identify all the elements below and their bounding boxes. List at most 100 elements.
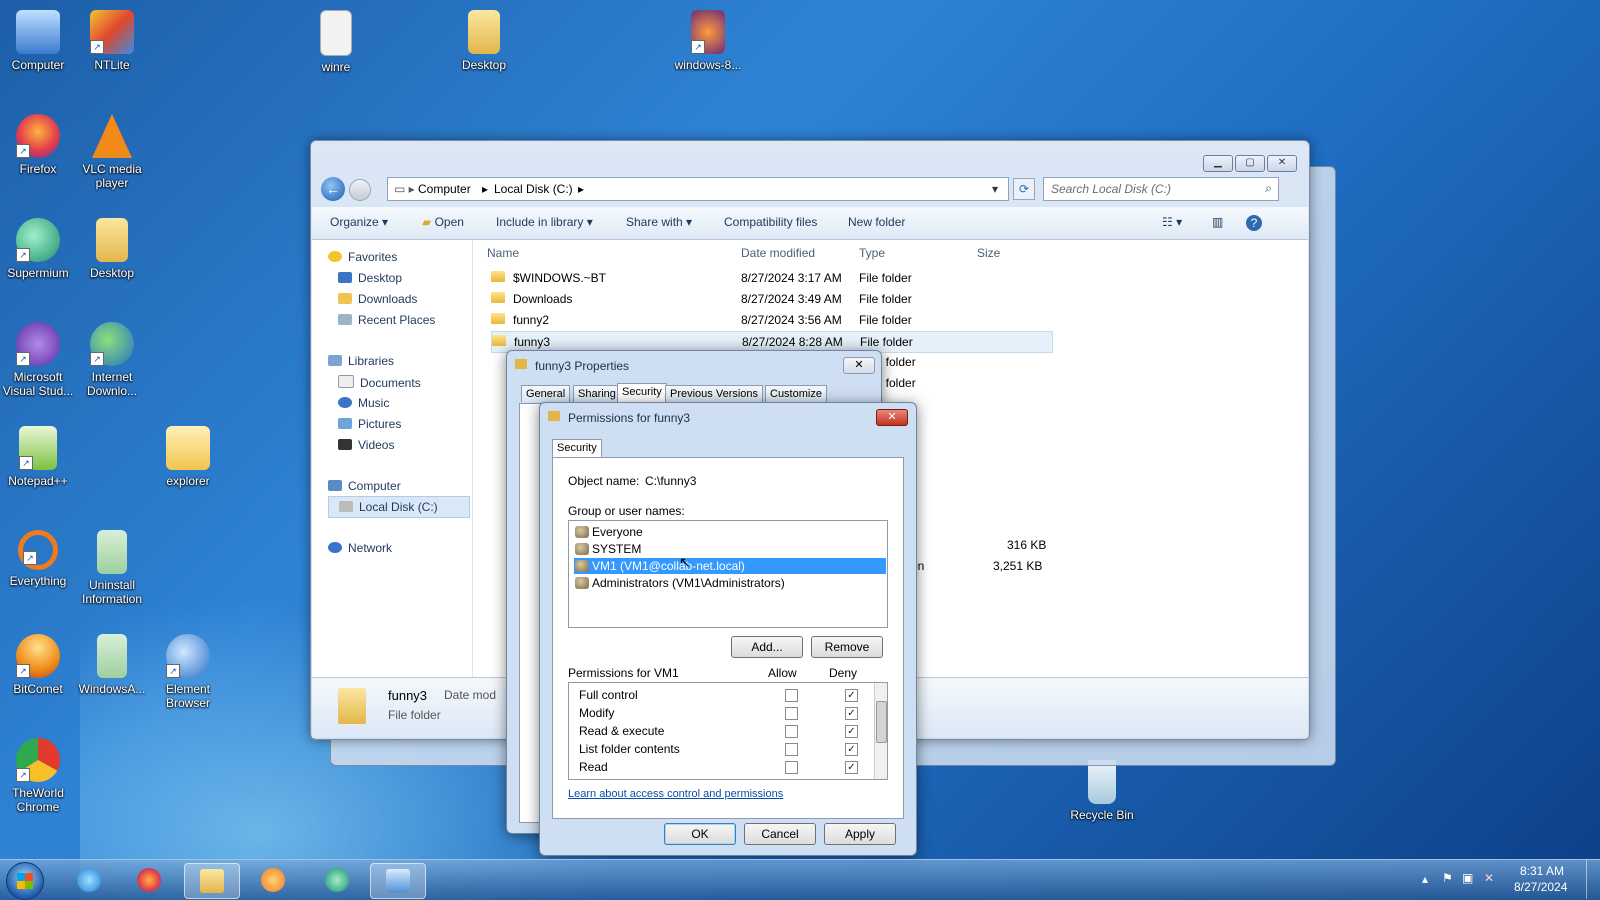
taskbar-supermium[interactable] xyxy=(310,863,364,897)
network-icon[interactable]: ▣ xyxy=(1462,871,1473,885)
show-desktop-button[interactable] xyxy=(1586,860,1600,899)
taskbar-explorer[interactable] xyxy=(184,863,240,899)
table-row[interactable]: Downloads 8/27/2024 3:49 AM File folder xyxy=(491,289,1051,309)
minimize-button[interactable]: ▁ xyxy=(1203,155,1233,172)
tab-security[interactable]: Security xyxy=(552,439,602,458)
taskbar-firefox[interactable] xyxy=(122,863,176,897)
taskbar-media-player[interactable] xyxy=(246,863,300,897)
allow-checkbox[interactable] xyxy=(785,743,798,756)
desktop-icon-windowsa[interactable]: WindowsA... xyxy=(70,634,154,696)
desktop-icon-bitcomet[interactable]: ↗ BitComet xyxy=(0,634,80,696)
address-bar[interactable]: ▭ ▸ Computer ▸ Local Disk (C:) ▸ ▾ xyxy=(387,177,1009,201)
show-hidden-icons-icon[interactable]: ▴ xyxy=(1422,872,1428,886)
nav-favorites[interactable]: Favorites xyxy=(328,250,397,264)
deny-checkbox[interactable]: ✓ xyxy=(845,707,858,720)
close-button[interactable]: ✕ xyxy=(1267,155,1297,172)
open-button[interactable]: ▰ Open xyxy=(422,215,464,229)
permissions-close-icon[interactable]: ✕ xyxy=(876,409,908,426)
learn-access-control-link[interactable]: Learn about access control and permissio… xyxy=(568,788,783,800)
view-options-icon[interactable]: ☷ ▾ xyxy=(1162,215,1182,229)
scrollbar-thumb[interactable] xyxy=(876,701,887,743)
allow-checkbox[interactable] xyxy=(785,725,798,738)
column-type[interactable]: Type xyxy=(859,246,885,260)
help-icon[interactable]: ? xyxy=(1246,215,1262,231)
refresh-icon[interactable]: ⟳ xyxy=(1013,178,1035,200)
desktop-icon-vlc[interactable]: VLC media player xyxy=(70,114,154,190)
new-folder-button[interactable]: New folder xyxy=(848,215,905,229)
taskbar-internet-explorer[interactable] xyxy=(62,863,116,897)
nav-local-disk[interactable]: Local Disk (C:) xyxy=(328,496,470,518)
desktop-icon-winre[interactable]: winre xyxy=(294,10,378,74)
tab-general[interactable]: General xyxy=(521,385,571,402)
compatibility-files-button[interactable]: Compatibility files xyxy=(724,215,817,229)
user-list[interactable]: Everyone SYSTEM VM1 (VM1@collab-net.loca… xyxy=(568,520,888,628)
tab-customize[interactable]: Customize xyxy=(765,385,827,402)
tab-previous-versions[interactable]: Previous Versions xyxy=(665,385,764,402)
column-size[interactable]: Size xyxy=(977,246,1000,260)
tab-sharing[interactable]: Sharing xyxy=(573,385,621,402)
volume-muted-icon[interactable]: ✕ xyxy=(1484,871,1494,885)
desktop-icon-explorer[interactable]: explorer xyxy=(146,426,230,488)
table-row[interactable]: funny2 8/27/2024 3:56 AM File folder xyxy=(491,310,1051,330)
breadcrumb-chevron-icon[interactable]: ▸ xyxy=(578,182,584,196)
share-with-button[interactable]: Share with ▾ xyxy=(626,215,692,229)
desktop-icon-ntlite[interactable]: ↗ NTLite xyxy=(70,10,154,72)
nav-recent-places[interactable]: Recent Places xyxy=(338,313,435,327)
deny-checkbox[interactable]: ✓ xyxy=(845,725,858,738)
address-dropdown-icon[interactable]: ▾ xyxy=(992,182,998,196)
allow-checkbox[interactable] xyxy=(785,689,798,702)
breadcrumb-computer[interactable]: Computer xyxy=(418,182,471,196)
allow-checkbox[interactable] xyxy=(785,707,798,720)
nav-desktop[interactable]: Desktop xyxy=(338,271,402,285)
table-row[interactable]: $WINDOWS.~BT 8/27/2024 3:17 AM File fold… xyxy=(491,268,1051,288)
cancel-button[interactable]: Cancel xyxy=(744,823,816,845)
forward-button[interactable] xyxy=(349,179,371,201)
desktop-icon-uninstall-information[interactable]: Uninstall Information xyxy=(70,530,154,606)
deny-checkbox[interactable]: ✓ xyxy=(845,761,858,774)
desktop-icon-windows-8[interactable]: ↗ windows-8... xyxy=(666,10,750,72)
list-item[interactable]: Everyone xyxy=(574,524,643,540)
nav-downloads[interactable]: Downloads xyxy=(338,292,417,306)
desktop-icon-computer[interactable]: Computer xyxy=(0,10,80,72)
desktop-icon-firefox[interactable]: ↗ Firefox xyxy=(0,114,80,176)
tab-security[interactable]: Security xyxy=(617,383,667,402)
clock-date[interactable]: 8/27/2024 xyxy=(1514,880,1567,894)
desktop-icon-desktop-2[interactable]: Desktop xyxy=(70,218,154,280)
back-button[interactable]: ← xyxy=(321,177,345,201)
column-name[interactable]: Name xyxy=(487,246,519,260)
remove-button[interactable]: Remove xyxy=(811,636,883,658)
nav-pictures[interactable]: Pictures xyxy=(338,417,401,431)
nav-videos[interactable]: Videos xyxy=(338,438,394,452)
list-item-selected[interactable]: VM1 (VM1@collab-net.local) xyxy=(574,558,886,574)
deny-checkbox[interactable]: ✓ xyxy=(845,689,858,702)
list-item[interactable]: Administrators (VM1\Administrators) xyxy=(574,575,785,591)
ok-button[interactable]: OK xyxy=(664,823,736,845)
desktop-icon-theworld-chrome[interactable]: ↗ TheWorld Chrome xyxy=(0,738,80,814)
desktop-icon-idm[interactable]: ↗ Internet Downlo... xyxy=(70,322,154,398)
deny-checkbox[interactable]: ✓ xyxy=(845,743,858,756)
start-button[interactable] xyxy=(6,862,44,900)
apply-button[interactable]: Apply xyxy=(824,823,896,845)
permissions-scrollbar[interactable] xyxy=(874,683,887,779)
search-input[interactable]: Search Local Disk (C:) ⌕ xyxy=(1043,177,1279,201)
desktop-icon-recycle-bin[interactable]: Recycle Bin xyxy=(1060,760,1144,822)
action-center-flag-icon[interactable]: ⚑ xyxy=(1442,871,1453,885)
desktop-icon-notepad-plus[interactable]: ↗ Notepad++ xyxy=(0,426,80,488)
desktop-icon-element-browser[interactable]: ↗ Element Browser xyxy=(146,634,230,710)
nav-computer[interactable]: Computer xyxy=(328,479,401,493)
list-item[interactable]: SYSTEM xyxy=(574,541,641,557)
nav-documents[interactable]: Documents xyxy=(338,375,421,390)
taskbar-control-panel[interactable] xyxy=(370,863,426,899)
desktop-icon-desktop-folder[interactable]: Desktop xyxy=(442,10,526,72)
desktop-icon-visual-studio[interactable]: ↗ Microsoft Visual Stud... xyxy=(0,322,80,398)
properties-close-icon[interactable]: ✕ xyxy=(843,357,875,374)
desktop-icon-everything[interactable]: ↗ Everything xyxy=(0,530,80,588)
nav-network[interactable]: Network xyxy=(328,541,392,555)
preview-pane-icon[interactable]: ▥ xyxy=(1212,215,1223,229)
allow-checkbox[interactable] xyxy=(785,761,798,774)
column-date-modified[interactable]: Date modified xyxy=(741,246,815,260)
nav-music[interactable]: Music xyxy=(338,396,389,410)
nav-libraries[interactable]: Libraries xyxy=(328,354,394,368)
maximize-button[interactable]: ▢ xyxy=(1235,155,1265,172)
organize-button[interactable]: Organize ▾ xyxy=(330,215,388,229)
